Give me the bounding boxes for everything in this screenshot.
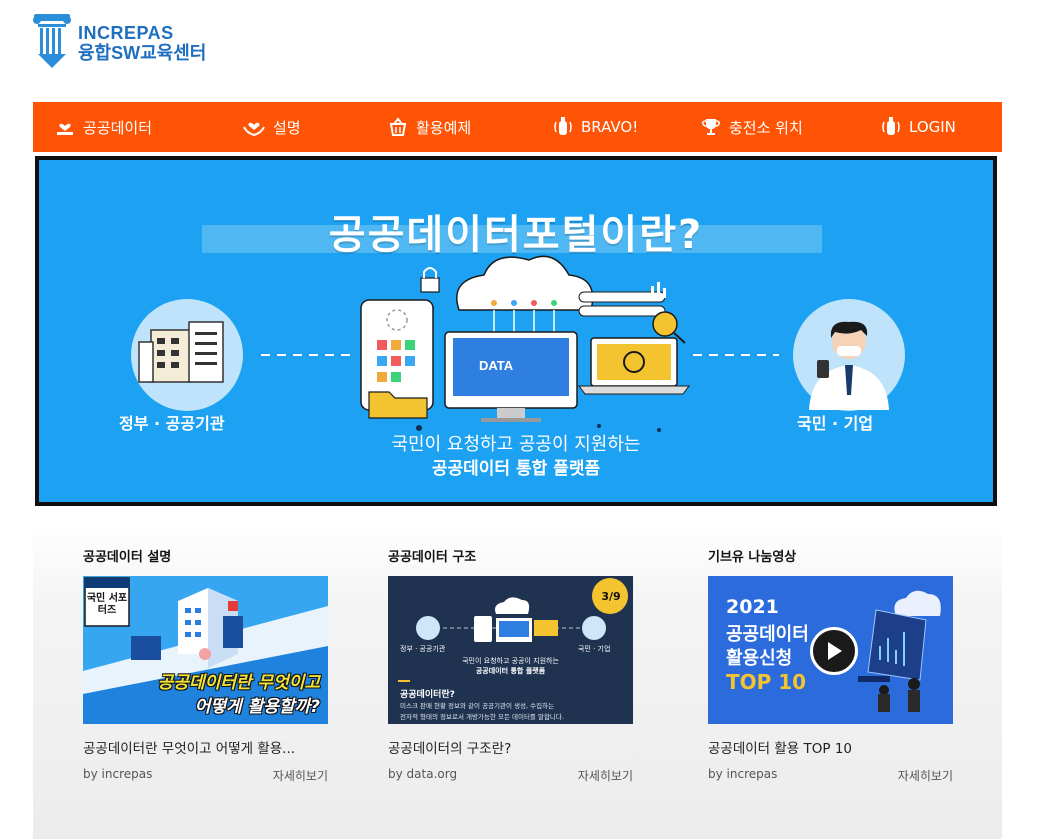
video-card: 기브유 나눔영상 2021 공공데이터 활용신청 TOP 10 공공데이터 활용…	[708, 546, 953, 784]
card-title[interactable]: 공공데이터 활용 TOP 10	[708, 737, 953, 757]
nav-label: 충전소 위치	[729, 118, 803, 137]
nav-label: 활용예제	[416, 118, 472, 137]
thumb-text-line1: 공공데이터란 무엇이고	[157, 673, 320, 693]
heart-hands-icon	[243, 122, 265, 137]
column-logo-icon	[33, 14, 71, 68]
laptop-icon	[578, 337, 690, 395]
video-card: 공공데이터 구조 3/9 정부 · 공공기관 국민 · 기업 국민이 요청하고 …	[388, 546, 633, 784]
thumb-desc-line1: 미스크 판매 현황 정보와 같이 공공기관이 생성, 수집하는	[400, 702, 555, 710]
play-button[interactable]	[810, 627, 858, 675]
site-logo[interactable]: INCREPAS 융합SW교육센터	[32, 12, 206, 72]
monitor-icon: DATA	[444, 331, 578, 422]
card-author: by data.org	[388, 767, 458, 781]
main-nav: 공공데이터 설명 활용예제 BRAVO! 충전소 위치 LOGIN	[33, 102, 1002, 152]
video-card: 공공데이터 설명 국민 서포터즈 공공데이터란 무엇이고 어떻게 활용할까? 공…	[83, 546, 328, 784]
card-author: by increpas	[708, 767, 778, 781]
thumb-line2: 활용신청	[726, 648, 793, 669]
nav-item-bravo[interactable]: BRAVO!	[553, 102, 638, 152]
nav-label: 공공데이터	[83, 118, 153, 137]
card-heading: 공공데이터 구조	[388, 550, 477, 565]
hand-heart-icon	[57, 123, 73, 135]
basket-icon	[389, 117, 407, 136]
card-author: by increpas	[83, 767, 153, 781]
thumb-question: 공공데이터란?	[400, 690, 455, 700]
hero-caption-line1: 국민이 요청하고 공공이 지원하는	[391, 434, 641, 455]
trophy-icon	[702, 119, 720, 135]
thumb-text-line2: 어떻게 활용할까?	[194, 697, 320, 717]
hero-caption-line2: 공공데이터 통합 플랫폼	[431, 459, 601, 479]
video-cards-section: 공공데이터 설명 국민 서포터즈 공공데이터란 무엇이고 어떻게 활용할까? 공…	[33, 524, 1002, 839]
nav-item-login[interactable]: LOGIN	[881, 102, 956, 152]
card-heading: 공공데이터 설명	[83, 550, 172, 565]
thumb-right-label: 국민 · 기업	[578, 645, 611, 653]
thumb-badge: 국민 서포터즈	[86, 593, 128, 616]
building-icon	[138, 321, 224, 383]
thumb-line1: 공공데이터	[726, 624, 809, 645]
cloud-icon	[456, 255, 594, 335]
video-thumbnail[interactable]: 2021 공공데이터 활용신청 TOP 10	[708, 576, 953, 724]
nav-label: 설명	[273, 118, 301, 137]
thumb-line3: TOP 10	[726, 670, 807, 694]
thumb-page-number: 3/9	[601, 590, 621, 603]
nav-item-public-data[interactable]: 공공데이터	[55, 102, 152, 152]
more-link[interactable]: 자세히보기	[898, 767, 953, 784]
thumb-caption-bold: 공공데이터 통합 플랫폼	[475, 667, 546, 675]
svg-text:DATA: DATA	[479, 358, 514, 373]
thumb-desc-line2: 전자적 형태의 정보로서 개방가능한 모든 데이터를 말합니다.	[400, 713, 564, 721]
hand-wave-icon	[554, 117, 572, 135]
more-link[interactable]: 자세히보기	[273, 767, 328, 784]
thumb-caption: 국민이 요청하고 공공이 지원하는	[462, 657, 559, 665]
card-title[interactable]: 공공데이터의 구조란?	[388, 737, 633, 757]
thumb-year: 2021	[726, 596, 779, 618]
hero-banner[interactable]: 공공데이터포털이란? DATA 정부 · 공공기관 국민 · 기업 국민이 요청…	[35, 156, 997, 506]
logo-title: INCREPAS	[78, 23, 174, 43]
more-link[interactable]: 자세히보기	[578, 767, 633, 784]
nav-item-description[interactable]: 설명	[243, 102, 301, 152]
card-heading: 기브유 나눔영상	[708, 550, 797, 565]
play-icon	[828, 642, 842, 660]
lock-icon	[420, 267, 440, 293]
thumb-left-label: 정부 · 공공기관	[400, 645, 446, 653]
video-thumbnail[interactable]: 3/9 정부 · 공공기관 국민 · 기업 국민이 요청하고 공공이 지원하는 …	[388, 576, 633, 724]
nav-item-examples[interactable]: 활용예제	[388, 102, 471, 152]
nav-label: LOGIN	[909, 118, 956, 136]
video-thumbnail[interactable]: 국민 서포터즈 공공데이터란 무엇이고 어떻게 활용할까?	[83, 576, 328, 724]
hand-wave-icon	[882, 117, 900, 135]
nav-item-charging-station[interactable]: 충전소 위치	[701, 102, 803, 152]
nav-label: BRAVO!	[581, 118, 639, 136]
card-title[interactable]: 공공데이터란 무엇이고 어떻게 활용...	[83, 737, 328, 757]
logo-subtitle: 융합SW교육센터	[78, 43, 207, 63]
